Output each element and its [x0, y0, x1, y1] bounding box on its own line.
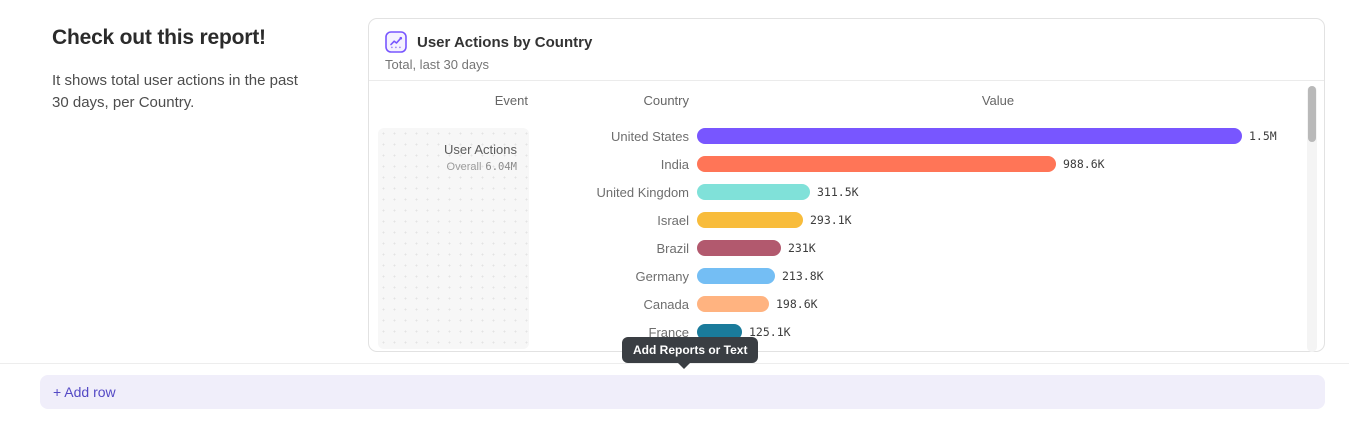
value-label: 125.1K: [749, 325, 791, 339]
value-label: 1.5M: [1249, 129, 1277, 143]
value-label: 311.5K: [817, 185, 859, 199]
bar-segment[interactable]: [697, 156, 1056, 172]
report-card[interactable]: User Actions by Country Total, last 30 d…: [368, 18, 1325, 352]
country-label: Germany: [369, 269, 689, 284]
bar-segment[interactable]: [697, 128, 1242, 144]
page-title: Check out this report!: [52, 26, 302, 50]
bar-segment[interactable]: [697, 184, 810, 200]
chart-row: United States 1.5M: [369, 122, 1299, 150]
country-label: Brazil: [369, 241, 689, 256]
intro-text-block: Check out this report! It shows total us…: [52, 26, 302, 114]
bar-segment[interactable]: [697, 268, 775, 284]
value-label: 988.6K: [1063, 157, 1105, 171]
chart-row: France125.1K: [369, 318, 1299, 346]
chart-row: India 988.6K: [369, 150, 1299, 178]
chart-row: Canada 198.6K: [369, 290, 1299, 318]
add-row-label: + Add row: [53, 384, 116, 400]
chart-row: Germany 213.8K: [369, 262, 1299, 290]
country-label: India: [369, 157, 689, 172]
add-reports-tooltip: Add Reports or Text: [622, 337, 758, 363]
country-label: United Kingdom: [369, 185, 689, 200]
country-label: United States: [369, 129, 689, 144]
chart-row: United Kingdom 311.5K: [369, 178, 1299, 206]
add-row-button[interactable]: + Add row: [40, 375, 1325, 409]
bar-segment[interactable]: [697, 212, 803, 228]
intro-description: It shows total user actions in the past …: [52, 70, 302, 114]
country-label: Israel: [369, 213, 689, 228]
value-label: 198.6K: [776, 297, 818, 311]
value-label: 231K: [788, 241, 816, 255]
tooltip-label: Add Reports or Text: [633, 343, 747, 357]
row-divider: [0, 363, 1349, 364]
dashboard-canvas: Check out this report! It shows total us…: [0, 0, 1349, 436]
bar-segment[interactable]: [697, 296, 769, 312]
chart-row: Brazil 231K: [369, 234, 1299, 262]
value-label: 213.8K: [782, 269, 824, 283]
scrollbar[interactable]: [1307, 86, 1317, 352]
bar-segment[interactable]: [697, 240, 781, 256]
country-label: Canada: [369, 297, 689, 312]
chart-row: Israel 293.1K: [369, 206, 1299, 234]
scrollbar-thumb[interactable]: [1308, 86, 1316, 142]
tooltip-caret: [678, 363, 690, 369]
value-label: 293.1K: [810, 213, 852, 227]
bar-chart: United States 1.5M India 988.6K United Kingd…: [369, 19, 1307, 353]
